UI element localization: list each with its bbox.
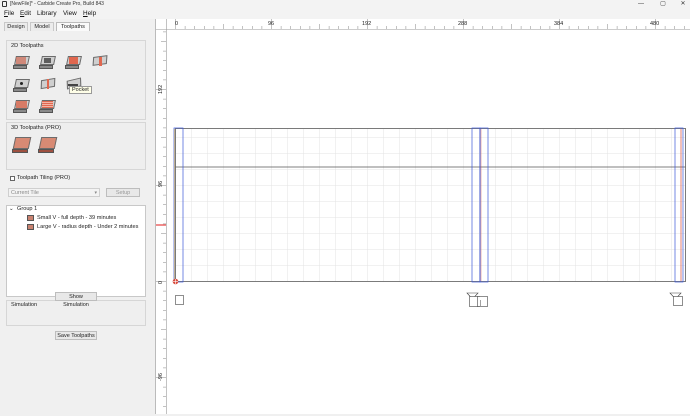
- 3d-finish-icon[interactable]: [38, 137, 58, 153]
- menu-bar: File Edit Library View Help: [0, 9, 690, 19]
- toolpath-outline[interactable]: [674, 127, 684, 283]
- top-ruler: [156, 19, 690, 29]
- stock-outline: [175, 128, 686, 282]
- pocket-icon[interactable]: [65, 56, 82, 69]
- ruler-label-y96: 96: [158, 181, 164, 187]
- menu-library[interactable]: Library: [37, 10, 57, 17]
- ruler-label-x480: 480: [650, 21, 659, 27]
- show-simulation-button[interactable]: Show Simulation: [55, 292, 97, 308]
- tiling-checkbox[interactable]: [10, 176, 15, 181]
- canvas-drawing: 0 96 192 288 384 480 192 96 0 -96: [156, 19, 690, 414]
- chevron-down-icon: ▾: [94, 190, 97, 196]
- left-ruler: [156, 19, 166, 414]
- tree-item-small-v[interactable]: Small V - full depth - 39 minutes: [37, 215, 116, 221]
- ruler-label-y192: 192: [158, 85, 164, 94]
- ruler-label-x0: 0: [175, 21, 178, 27]
- contour-icon[interactable]: [13, 56, 30, 69]
- toolpaths-3d-section: 3D Toolpaths (PRO): [6, 122, 146, 170]
- window-title: [NewFile]* - Carbide Create Pro, Build 8…: [10, 1, 104, 7]
- toolpath-outline[interactable]: [479, 127, 489, 283]
- tab-toolpaths[interactable]: Toolpaths: [56, 22, 90, 31]
- tab-model[interactable]: Model: [30, 22, 54, 31]
- ruler-label-y-96: -96: [158, 373, 164, 381]
- minimize-button[interactable]: —: [634, 0, 648, 9]
- save-toolpaths-button[interactable]: Save Toolpaths: [55, 331, 97, 340]
- ruler-label-x192: 192: [362, 21, 371, 27]
- menu-view[interactable]: View: [63, 10, 77, 17]
- menu-edit[interactable]: Edit: [20, 10, 31, 17]
- drill-icon[interactable]: [13, 79, 30, 92]
- title-bar: [NewFile]* - Carbide Create Pro, Build 8…: [0, 0, 690, 9]
- setup-button[interactable]: Setup: [106, 188, 140, 197]
- tile-select[interactable]: Current Tile ▾: [8, 188, 100, 197]
- tree-group[interactable]: Group 1: [17, 206, 37, 212]
- simulation-title: Simulation: [11, 302, 38, 308]
- menu-file[interactable]: File: [4, 10, 14, 17]
- toolpaths-2d-title: 2D Toolpaths: [11, 43, 44, 49]
- tab-design[interactable]: Design: [4, 22, 28, 31]
- stock-grid: [176, 129, 685, 281]
- toolpath-icon: [27, 215, 34, 221]
- toolpaths-2d-section: 2D Toolpaths: [6, 40, 146, 120]
- toolpath-icon: [27, 224, 34, 230]
- vbit-preview-icon[interactable]: [466, 292, 488, 307]
- rough-icon[interactable]: [39, 100, 56, 113]
- expand-arrow-icon[interactable]: ⌄: [9, 206, 14, 212]
- toolpath-outline[interactable]: [471, 127, 481, 283]
- close-button[interactable]: ✕: [676, 0, 690, 9]
- design-canvas[interactable]: 0 96 192 288 384 480 192 96 0 -96: [155, 19, 690, 414]
- tree-item-large-v[interactable]: Large V - radius depth - Under 2 minutes: [37, 224, 138, 230]
- menu-help[interactable]: Help: [83, 10, 96, 17]
- 3d-rough-icon[interactable]: [12, 137, 32, 153]
- vcarve-icon[interactable]: [91, 55, 108, 69]
- tiling-label: Toolpath Tiling (PRO): [17, 175, 71, 181]
- ruler-label-x96: 96: [268, 21, 274, 27]
- toolpath-tree: ⌄ Group 1 Small V - full depth - 39 minu…: [6, 205, 146, 297]
- app-icon: [2, 1, 7, 7]
- groove-icon[interactable]: [39, 77, 56, 92]
- tool-preview-icon[interactable]: [175, 295, 184, 305]
- tile-select-value: Current Tile: [11, 190, 39, 196]
- ruler-label-x288: 288: [458, 21, 467, 27]
- tooltip-pocket: Pocket: [69, 86, 92, 94]
- pocket-icon[interactable]: [39, 56, 56, 69]
- toolpaths-3d-title: 3D Toolpaths (PRO): [11, 125, 61, 131]
- left-panel: Design Model Toolpaths 2D Toolpaths Pock…: [0, 19, 152, 414]
- texture-icon[interactable]: [13, 100, 30, 113]
- maximize-button[interactable]: ▢: [656, 0, 670, 9]
- ruler-label-x384: 384: [554, 21, 563, 27]
- vbit-preview-icon[interactable]: [669, 292, 683, 306]
- ruler-label-y0: 0: [158, 281, 164, 284]
